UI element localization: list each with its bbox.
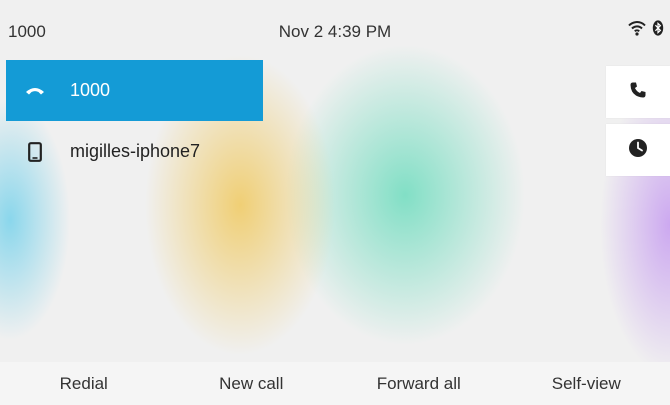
line-item-migilles-iphone7[interactable]: migilles-iphone7 (6, 121, 263, 182)
clock-icon (628, 138, 648, 163)
line-label: 1000 (70, 80, 111, 100)
line-label: migilles-iphone7 (70, 141, 201, 161)
bluetooth-icon (652, 20, 664, 41)
phone-screen: 1000 Nov 2 4:39 PM 1000 migilles-iphone7… (0, 0, 670, 405)
redial-softkey[interactable]: Redial (0, 374, 168, 394)
phone-icon (629, 81, 647, 104)
recents-button[interactable] (606, 124, 670, 176)
status-bar: 1000 Nov 2 4:39 PM (0, 0, 670, 60)
new-call-softkey[interactable]: New call (168, 374, 336, 394)
status-icons (628, 20, 664, 41)
mobile-phone-icon (24, 141, 46, 163)
call-button[interactable] (606, 66, 670, 118)
forward-all-softkey[interactable]: Forward all (335, 374, 503, 394)
line-item-1000[interactable]: 1000 (6, 60, 263, 121)
self-view-softkey[interactable]: Self-view (503, 374, 670, 394)
handset-icon (24, 80, 46, 102)
wifi-icon (628, 20, 646, 41)
status-datetime: Nov 2 4:39 PM (278, 22, 392, 41)
softkey-bar: Redial New call Forward all Self-view (0, 362, 670, 405)
